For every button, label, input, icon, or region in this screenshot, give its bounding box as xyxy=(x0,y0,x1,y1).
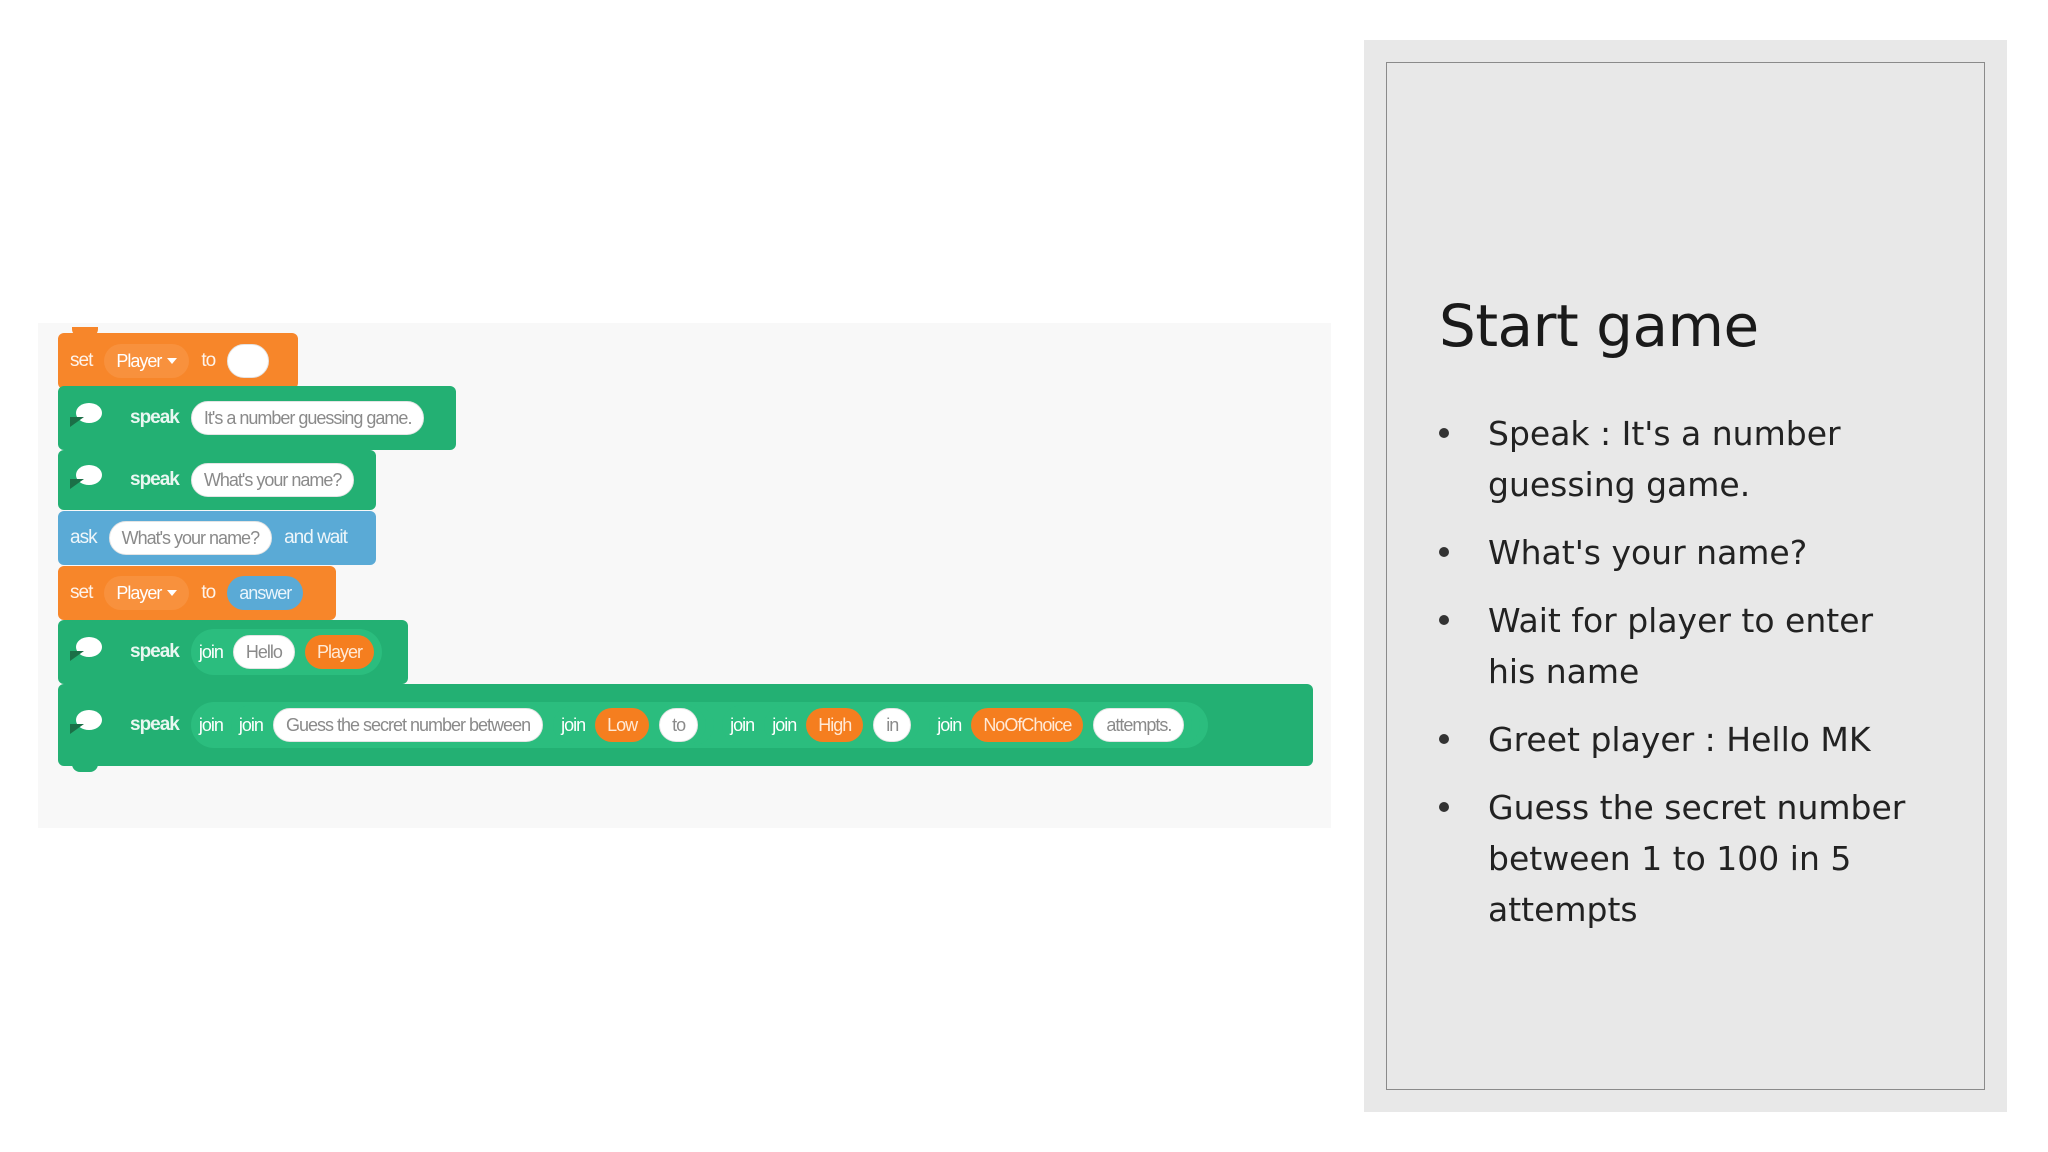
speak-block[interactable]: speak join Hello Player xyxy=(58,620,408,684)
join-text-input[interactable]: Hello xyxy=(232,635,295,669)
low-variable-reporter[interactable]: Low xyxy=(595,708,650,742)
ask-keyword: ask xyxy=(70,527,98,548)
speak-keyword: speak xyxy=(130,407,180,428)
join-operator[interactable]: join NoOfChoice attempts. xyxy=(929,706,1193,744)
speech-bubble-icon xyxy=(70,710,104,740)
chevron-down-icon xyxy=(167,358,178,364)
bullet-dot-icon xyxy=(1439,428,1449,438)
variable-dropdown[interactable]: Player xyxy=(104,576,190,610)
to-keyword: to xyxy=(201,350,216,371)
ask-text-input[interactable]: What's your name? xyxy=(108,521,273,555)
high-variable-reporter[interactable]: High xyxy=(806,708,864,742)
bullet-text: What's your name? xyxy=(1488,533,1808,572)
speech-bubble-icon xyxy=(70,637,104,667)
bullet-list: Speak : It's a number guessing game. Wha… xyxy=(1439,408,1919,952)
join-text-input[interactable]: attempts. xyxy=(1093,708,1185,742)
join-keyword: join xyxy=(561,714,586,735)
bullet-dot-icon xyxy=(1439,802,1449,812)
speak-text-input[interactable]: What's your name? xyxy=(190,463,355,497)
join-operator[interactable]: join Low to xyxy=(553,706,707,744)
join-operator[interactable]: join join High in join NoOfChoice attemp… xyxy=(722,705,1201,745)
speak-text-input[interactable]: It's a number guessing game. xyxy=(190,401,425,435)
bullet-dot-icon xyxy=(1439,547,1449,557)
chevron-down-icon xyxy=(167,590,178,596)
speak-keyword: speak xyxy=(130,641,180,662)
block-notch xyxy=(72,762,98,772)
speak-keyword: speak xyxy=(130,714,180,735)
join-operator[interactable]: join Guess the secret number between joi… xyxy=(230,705,715,745)
code-blocks-image: set Player to speak It's a number guessi… xyxy=(38,323,1331,828)
join-keyword: join xyxy=(937,714,962,735)
bullet-text: Wait for player to enter his name xyxy=(1488,601,1874,691)
join-operator[interactable]: join Hello Player xyxy=(190,629,382,675)
variable-dropdown[interactable]: Player xyxy=(104,344,190,378)
set-player-block[interactable]: set Player to xyxy=(58,327,298,389)
join-keyword: join xyxy=(198,714,224,735)
join-text-input[interactable]: Guess the secret number between xyxy=(272,708,544,742)
join-operator[interactable]: join join Guess the secret number betwee… xyxy=(190,702,1209,748)
player-variable-reporter[interactable]: Player xyxy=(304,635,374,669)
speech-bubble-icon xyxy=(70,403,104,433)
bullet-item: Guess the secret number between 1 to 100… xyxy=(1439,782,1919,935)
speak-block[interactable]: speak It's a number guessing game. xyxy=(58,386,456,450)
join-keyword: join xyxy=(772,714,797,735)
set-keyword: set xyxy=(70,582,93,603)
bullet-item: Speak : It's a number guessing game. xyxy=(1439,408,1919,510)
join-keyword: join xyxy=(198,641,224,662)
set-player-block[interactable]: set Player to answer xyxy=(58,566,336,620)
join-text-input[interactable]: in xyxy=(873,708,912,742)
bullet-text: Speak : It's a number guessing game. xyxy=(1488,414,1841,504)
value-input[interactable] xyxy=(227,344,270,378)
bullet-dot-icon xyxy=(1439,615,1449,625)
bullet-text: Greet player : Hello MK xyxy=(1488,720,1871,759)
variable-label: Player xyxy=(116,582,162,603)
variable-label: Player xyxy=(116,350,162,371)
ask-and-wait-block[interactable]: ask What's your name? and wait xyxy=(58,511,376,565)
speak-block[interactable]: speak What's your name? xyxy=(58,450,376,510)
join-keyword: join xyxy=(238,714,264,735)
set-keyword: set xyxy=(70,350,93,371)
speak-block[interactable]: speak join join Guess the secret number … xyxy=(58,684,1313,772)
block-notch xyxy=(72,327,98,337)
and-wait-keyword: and wait xyxy=(284,527,348,548)
join-keyword: join xyxy=(730,714,755,735)
bullet-text: Guess the secret number between 1 to 100… xyxy=(1488,788,1906,929)
to-keyword: to xyxy=(201,582,216,603)
bullet-dot-icon xyxy=(1439,734,1449,744)
join-text-input[interactable]: to xyxy=(659,708,699,742)
answer-reporter[interactable]: answer xyxy=(227,576,304,610)
speech-bubble-icon xyxy=(70,465,104,495)
bullet-item: What's your name? xyxy=(1439,527,1919,578)
slide-title: Start game xyxy=(1439,292,1759,360)
speak-keyword: speak xyxy=(130,469,180,490)
join-operator[interactable]: join High in xyxy=(764,706,920,744)
bullet-item: Wait for player to enter his name xyxy=(1439,595,1919,697)
bullet-item: Greet player : Hello MK xyxy=(1439,714,1919,765)
noofchoice-variable-reporter[interactable]: NoOfChoice xyxy=(971,708,1084,742)
